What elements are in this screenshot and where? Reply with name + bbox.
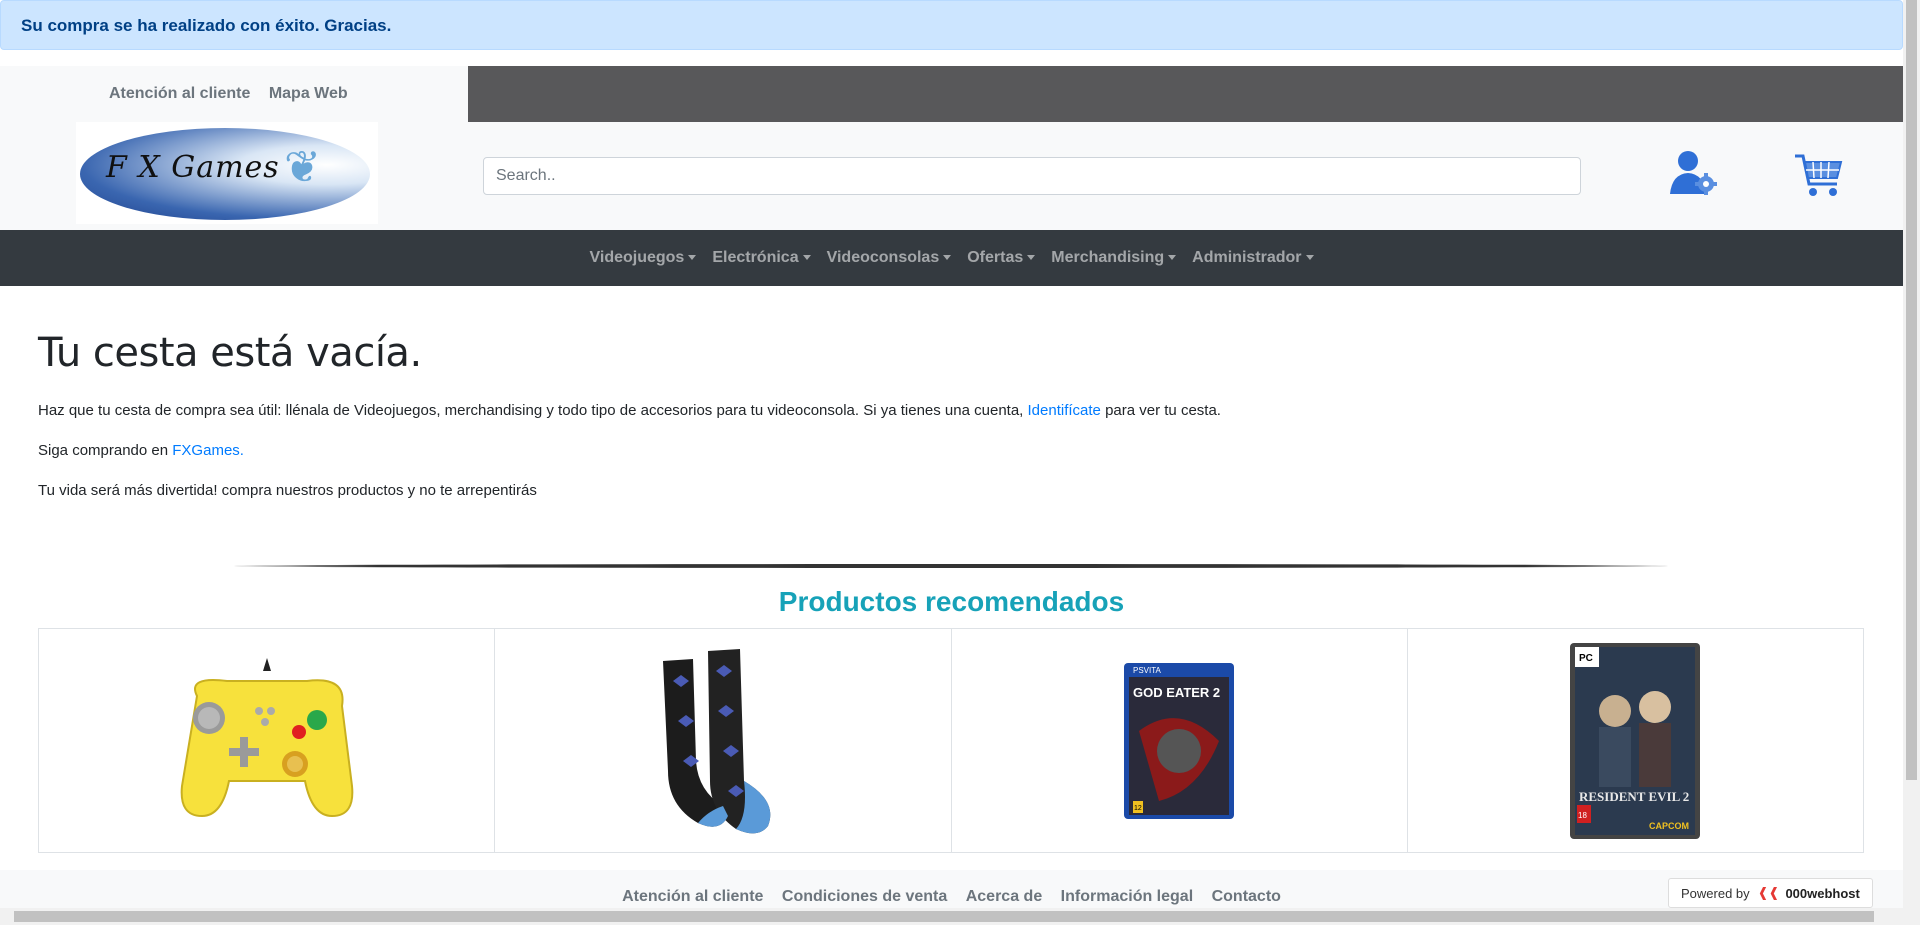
pokemon-socks-image xyxy=(662,648,771,833)
footer-link-about[interactable]: Acerca de xyxy=(966,888,1043,905)
top-bar-dark xyxy=(468,66,1903,122)
text: para ver tu cesta. xyxy=(1100,402,1221,419)
nav-ofertas[interactable]: Ofertas xyxy=(959,249,1043,267)
recommended-title: Productos recomendados xyxy=(778,586,1125,617)
text: Haz que tu cesta de compra sea útil: llé… xyxy=(38,402,1028,419)
divider xyxy=(234,564,1668,568)
fun-text: Tu vida será más divertida! compra nuest… xyxy=(38,482,537,499)
resident-evil-2-cover-image: PC RESIDENT EVIL 2 18 CAPCOM xyxy=(1570,642,1701,839)
home-link[interactable]: FXGames. xyxy=(172,442,244,459)
product-card-god-eater[interactable]: PSVITA GOD EATER 2 12 xyxy=(951,629,1408,852)
powered-by-brand: 000webhost xyxy=(1785,885,1860,901)
main-navbar: Videojuegos Electrónica Videoconsolas Of… xyxy=(0,230,1903,286)
caret-down-icon xyxy=(1305,255,1314,261)
search-input[interactable] xyxy=(483,157,1581,195)
age-badge: 12 xyxy=(1134,805,1142,812)
caret-down-icon xyxy=(1168,255,1177,261)
product-card-controller[interactable] xyxy=(39,629,496,852)
webhost-logo-icon: ❰❰ xyxy=(1757,885,1780,900)
product-card-socks[interactable] xyxy=(495,629,952,852)
logo[interactable]: F X Games ❦ xyxy=(76,122,378,224)
nav-administrador[interactable]: Administrador xyxy=(1184,249,1321,267)
top-links: Atención al cliente Mapa Web xyxy=(109,85,362,103)
login-link[interactable]: Identifícate xyxy=(1028,402,1101,419)
caret-down-icon xyxy=(1027,255,1036,261)
age-badge: 18 xyxy=(1578,811,1587,820)
vertical-scrollbar-thumb[interactable] xyxy=(1906,0,1917,780)
powered-by-label: Powered by xyxy=(1681,885,1750,901)
nav-videoconsolas[interactable]: Videoconsolas xyxy=(819,249,960,267)
footer-link-customer-service[interactable]: Atención al cliente xyxy=(622,888,763,905)
shopping-cart-icon[interactable] xyxy=(1793,150,1845,200)
psvita-badge: PSVITA xyxy=(1133,666,1162,675)
footer-link-sale-conditions[interactable]: Condiciones de venta xyxy=(782,888,947,905)
footer: Atención al cliente Condiciones de venta… xyxy=(0,870,1903,910)
pikachu-controller-image xyxy=(180,657,353,817)
resident-evil-title: RESIDENT EVIL 2 xyxy=(1579,789,1689,804)
logo-dragon-icon: ❦ xyxy=(284,143,321,192)
user-settings-icon[interactable] xyxy=(1668,148,1718,198)
nav-label: Videojuegos xyxy=(589,249,685,266)
god-eater-title: GOD EATER 2 xyxy=(1133,685,1220,700)
nav-label: Merchandising xyxy=(1051,249,1165,266)
recommended-products: PSVITA GOD EATER 2 12 PC RESIDENT EVIL 2… xyxy=(38,628,1864,853)
nav-label: Electrónica xyxy=(712,249,799,266)
nav-label: Videoconsolas xyxy=(826,249,940,266)
pc-badge: PC xyxy=(1579,653,1593,664)
nav-videojuegos[interactable]: Videojuegos xyxy=(581,249,704,267)
continue-shopping-text: Siga comprando en FXGames. xyxy=(38,442,1863,460)
success-alert: Su compra se ha realizado con éxito. Gra… xyxy=(0,0,1903,50)
customer-service-link[interactable]: Atención al cliente xyxy=(109,85,250,102)
horizontal-scrollbar-thumb[interactable] xyxy=(14,911,1874,922)
caret-down-icon xyxy=(688,255,697,261)
nav-label: Ofertas xyxy=(967,249,1024,266)
page-title: Tu cesta está vacía. xyxy=(38,330,422,376)
product-card-resident-evil[interactable]: PC RESIDENT EVIL 2 18 CAPCOM xyxy=(1407,629,1863,852)
site-map-link[interactable]: Mapa Web xyxy=(269,85,348,102)
logo-text: F X Games xyxy=(106,150,280,185)
footer-link-contact[interactable]: Contacto xyxy=(1212,888,1281,905)
nav-label: Administrador xyxy=(1192,249,1302,266)
footer-link-legal[interactable]: Información legal xyxy=(1061,888,1193,905)
capcom-logo: CAPCOM xyxy=(1649,821,1689,831)
empty-cart-text: Haz que tu cesta de compra sea útil: llé… xyxy=(38,402,1863,420)
text: Siga comprando en xyxy=(38,442,173,459)
powered-by-badge[interactable]: Powered by ❰❰ 000webhost xyxy=(1668,878,1873,908)
nav-merchandising[interactable]: Merchandising xyxy=(1043,249,1184,267)
nav-electronica[interactable]: Electrónica xyxy=(704,249,818,267)
god-eater-2-cover-image: PSVITA GOD EATER 2 12 xyxy=(1124,662,1235,819)
caret-down-icon xyxy=(943,255,952,261)
caret-down-icon xyxy=(802,255,811,261)
main-content: Tu cesta está vacía. Haz que tu cesta de… xyxy=(38,330,1863,522)
alert-message: Su compra se ha realizado con éxito. Gra… xyxy=(21,16,392,35)
